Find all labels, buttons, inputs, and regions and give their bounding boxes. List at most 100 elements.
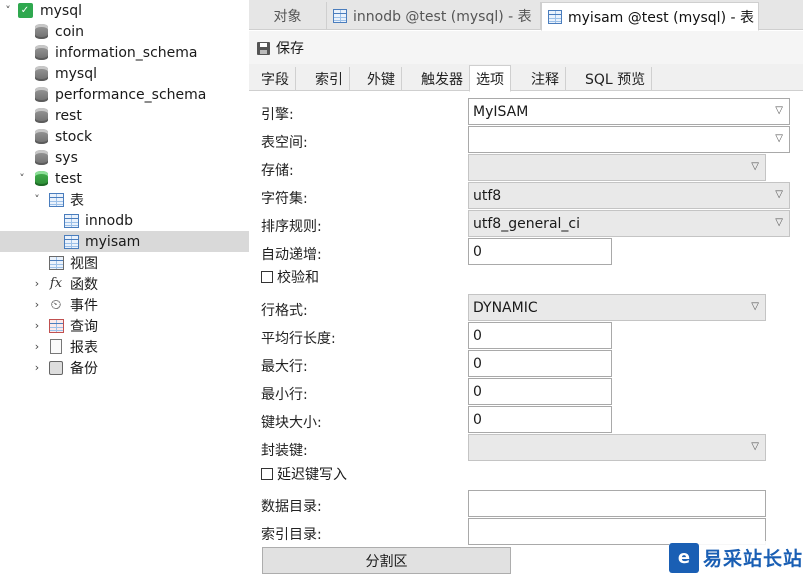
collapse-arrow-icon[interactable]: ›	[31, 319, 43, 332]
checkbox-box[interactable]	[261, 271, 273, 283]
charset-select[interactable]: utf8 ▽	[468, 182, 790, 209]
delay-key-write-checkbox[interactable]: 延迟键写入	[261, 464, 347, 484]
tab-myisam-table[interactable]: myisam @test (mysql) - 表	[541, 2, 759, 31]
row-format-label: 行格式:	[261, 303, 308, 319]
collapse-arrow-icon[interactable]: ›	[31, 361, 43, 374]
tree-node-backups[interactable]: › 备份	[0, 357, 249, 378]
save-icon	[257, 41, 270, 55]
tree-node-table-myisam[interactable]: myisam	[0, 231, 249, 252]
table-icon	[63, 234, 79, 250]
save-button[interactable]: 保存	[257, 38, 304, 58]
function-icon: fx	[49, 276, 63, 291]
engine-select[interactable]: MyISAM ▽	[468, 98, 790, 125]
chevron-down-icon: ▽	[751, 301, 759, 312]
tab-label: 对象	[273, 9, 302, 25]
data-directory-label: 数据目录:	[261, 499, 322, 515]
tree-node-tables[interactable]: ˅ 表	[0, 189, 249, 210]
tree-label: 函数	[70, 276, 98, 293]
designer-toolbar: 保存	[249, 31, 803, 64]
collapse-arrow-icon[interactable]: ›	[31, 340, 43, 353]
avg-row-length-value: 0	[473, 327, 482, 344]
tree-node-table-innodb[interactable]: innodb	[0, 210, 249, 231]
tree-label: sys	[55, 149, 78, 166]
mysql-connection-icon: ✓	[17, 3, 33, 19]
subtab-indexes[interactable]: 索引	[309, 67, 350, 91]
chevron-down-icon: ▽	[775, 133, 783, 144]
database-icon	[33, 45, 49, 61]
key-block-size-label: 键块大小:	[261, 415, 322, 431]
tree-node-db-information-schema[interactable]: information_schema	[0, 42, 249, 63]
tree-node-reports[interactable]: › 报表	[0, 336, 249, 357]
tree-node-db-stock[interactable]: stock	[0, 126, 249, 147]
tree-node-events[interactable]: › ⏲ 事件	[0, 294, 249, 315]
tree-node-db-test[interactable]: ˅ test	[0, 168, 249, 189]
avg-row-length-input[interactable]: 0	[468, 322, 612, 349]
tablespace-label: 表空间:	[261, 135, 308, 151]
subtab-label: 外键	[367, 72, 395, 88]
tree-label: innodb	[85, 212, 133, 229]
tree-node-db-performance-schema[interactable]: performance_schema	[0, 84, 249, 105]
tree-label: 备份	[70, 360, 98, 377]
pack-keys-label: 封装键:	[261, 443, 308, 459]
checkbox-box[interactable]	[261, 468, 273, 480]
tree-label: test	[55, 170, 82, 187]
tree-label: myisam	[85, 233, 141, 250]
tree-node-mysql-connection[interactable]: ˅ ✓ mysql	[0, 0, 249, 21]
subtab-sql-preview[interactable]: SQL 预览	[579, 67, 653, 91]
tree-label: 报表	[70, 339, 98, 356]
tree-node-functions[interactable]: › fx 函数	[0, 273, 249, 294]
tree-node-db-rest[interactable]: rest	[0, 105, 249, 126]
min-rows-input[interactable]: 0	[468, 378, 612, 405]
collation-label: 排序规则:	[261, 219, 322, 235]
key-block-size-value: 0	[473, 411, 482, 428]
backup-icon	[48, 360, 64, 376]
expand-arrow-icon[interactable]: ˅	[31, 193, 43, 206]
subtab-comment[interactable]: 注释	[525, 67, 566, 91]
expand-arrow-icon[interactable]: ˅	[16, 172, 28, 185]
key-block-size-input[interactable]: 0	[468, 406, 612, 433]
max-rows-value: 0	[473, 355, 482, 372]
table-design-icon	[333, 9, 347, 23]
tab-label: innodb @test (mysql) - 表	[353, 9, 532, 25]
storage-label: 存储:	[261, 163, 294, 179]
max-rows-input[interactable]: 0	[468, 350, 612, 377]
avg-row-length-label: 平均行长度:	[261, 331, 336, 347]
auto-increment-input[interactable]: 0	[468, 238, 612, 265]
document-tab-bar: 对象 innodb @test (mysql) - 表 myisam @test…	[249, 0, 803, 31]
collapse-arrow-icon[interactable]: ›	[31, 277, 43, 290]
table-group-icon	[48, 192, 64, 208]
database-icon	[33, 24, 49, 40]
chevron-down-icon: ▽	[751, 441, 759, 452]
storage-select[interactable]: ▽	[468, 154, 766, 181]
partition-button[interactable]: 分割区	[262, 547, 511, 574]
subtab-label: 触发器	[421, 72, 463, 88]
expand-arrow-icon[interactable]: ˅	[2, 4, 14, 17]
tab-objects[interactable]: 对象	[249, 2, 327, 30]
subtab-options[interactable]: 选项	[469, 65, 511, 92]
row-format-select[interactable]: DYNAMIC ▽	[468, 294, 766, 321]
subtab-foreign-keys[interactable]: 外键	[361, 67, 402, 91]
tree-node-views[interactable]: 视图	[0, 252, 249, 273]
site-logo-icon: e	[669, 542, 699, 573]
tree-node-db-sys[interactable]: sys	[0, 147, 249, 168]
collapse-arrow-icon[interactable]: ›	[31, 298, 43, 311]
subtab-fields[interactable]: 字段	[255, 67, 296, 91]
checksum-label: 校验和	[277, 270, 319, 286]
tree-node-queries[interactable]: › 查询	[0, 315, 249, 336]
clock-icon: ⏲	[50, 296, 62, 313]
tab-innodb-table[interactable]: innodb @test (mysql) - 表	[327, 2, 541, 30]
pack-keys-select[interactable]: ▽	[468, 434, 766, 461]
collation-select[interactable]: utf8_general_ci ▽	[468, 210, 790, 237]
tree-node-db-mysql[interactable]: mysql	[0, 63, 249, 84]
database-icon	[33, 66, 49, 82]
tree-node-db-coin[interactable]: coin	[0, 21, 249, 42]
report-icon	[48, 339, 64, 355]
subtab-triggers[interactable]: 触发器	[415, 67, 470, 91]
subtab-label: 注释	[531, 72, 559, 88]
min-rows-value: 0	[473, 383, 482, 400]
checksum-checkbox[interactable]: 校验和	[261, 267, 319, 287]
data-directory-input[interactable]	[468, 490, 766, 517]
index-directory-label: 索引目录:	[261, 527, 322, 543]
watermark-logo: e 易采站长站	[669, 541, 803, 574]
tablespace-select[interactable]: ▽	[468, 126, 790, 153]
